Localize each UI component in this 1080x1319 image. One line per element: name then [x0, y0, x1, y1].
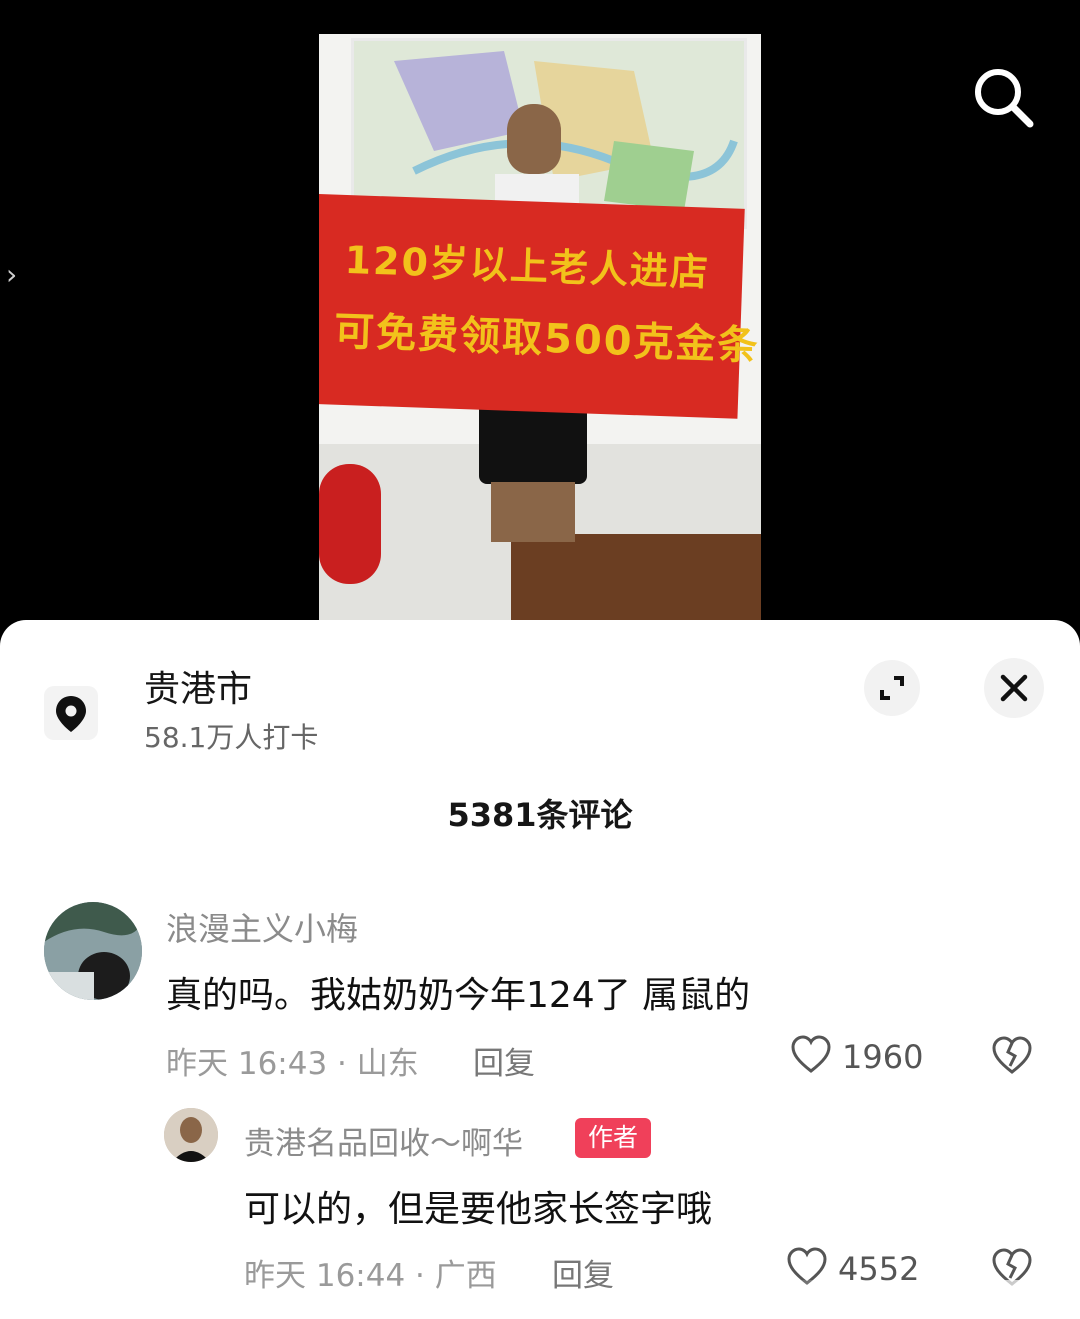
checkin-count: 58.1万人打卡: [144, 721, 319, 754]
broken-heart-icon: [992, 1036, 1032, 1074]
author-badge: 作者: [575, 1118, 651, 1158]
video-player[interactable]: › 120岁以上老人进店 可免费领取500克金条: [0, 0, 1080, 640]
reply-button[interactable]: 回复: [473, 1038, 535, 1083]
avatar[interactable]: [44, 902, 142, 1000]
close-icon: [984, 658, 1044, 718]
comments-sheet: 贵港市 58.1万人打卡 5381条评论 浪漫主义小梅 真的吗。我姑奶奶今年12…: [0, 620, 1080, 1319]
like-button[interactable]: [790, 1034, 832, 1076]
person-legs: [491, 482, 575, 542]
comment-meta: 昨天 16:43 · 山东: [166, 1046, 419, 1082]
avatar[interactable]: [164, 1108, 218, 1162]
comment-text: 可以的，但是要他家长签字哦: [244, 1189, 713, 1230]
banner-text-line2: 可免费领取500克金条: [333, 308, 761, 370]
expand-icon: [864, 660, 920, 716]
person-head: [507, 104, 561, 174]
location-pin-icon[interactable]: [44, 686, 98, 740]
search-button[interactable]: [968, 64, 1038, 134]
desk: [511, 534, 761, 624]
comment-username[interactable]: 浪漫主义小梅: [166, 904, 358, 950]
chevron-right-icon[interactable]: ›: [6, 258, 17, 291]
comment-meta: 昨天 16:44 · 广西: [244, 1258, 497, 1294]
expand-button[interactable]: [864, 660, 920, 716]
search-icon: [975, 69, 1034, 128]
close-button[interactable]: [984, 658, 1044, 718]
reply-button[interactable]: 回复: [552, 1250, 614, 1295]
red-banner: 120岁以上老人进店 可免费领取500克金条: [319, 194, 761, 419]
watermark-fade: [736, 1280, 1076, 1316]
video-frame: 120岁以上老人进店 可免费领取500克金条: [319, 34, 761, 624]
dislike-button[interactable]: [990, 1034, 1034, 1076]
comment-text: 真的吗。我姑奶奶今年124了 属鼠的: [166, 975, 751, 1016]
comment-count-title: 5381条评论: [447, 796, 633, 834]
banner-text-line1: 120岁以上老人进店: [343, 237, 711, 295]
location-name[interactable]: 贵港市: [144, 660, 252, 712]
like-count: 1960: [842, 1038, 924, 1076]
red-bag: [319, 464, 381, 584]
comment-username[interactable]: 贵港名品回收～啊华: [244, 1118, 523, 1163]
heart-icon: [791, 1035, 831, 1073]
